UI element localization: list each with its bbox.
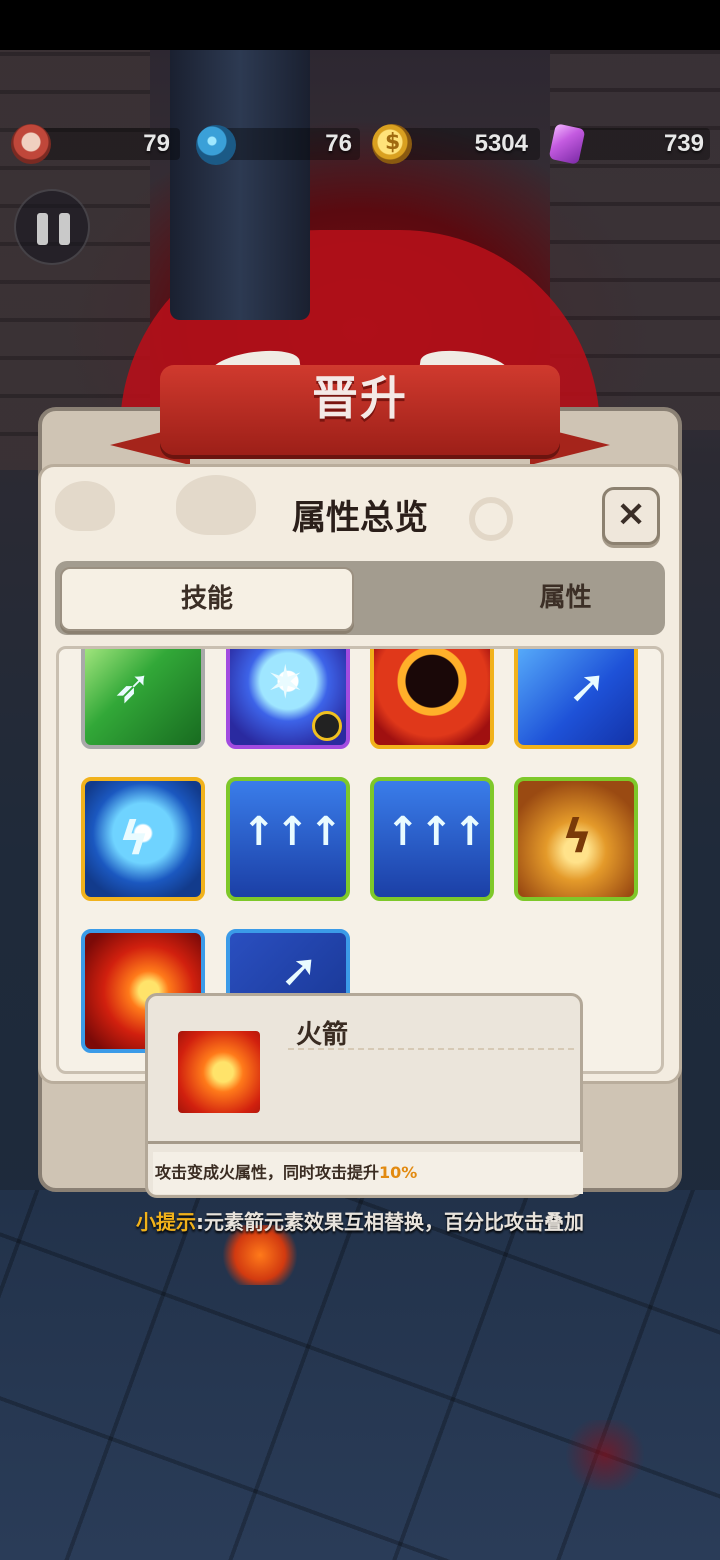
- pause-button[interactable]: [14, 189, 90, 265]
- skill-ghost-arrow-icon[interactable]: ➚: [514, 649, 638, 749]
- skill-ice-star-icon[interactable]: ✶: [226, 649, 350, 749]
- skill-triple-arrow-icon[interactable]: ↑↑↑: [370, 777, 494, 901]
- skill-tooltip: 火箭 攻击变成火属性，同时攻击提升10%: [145, 993, 583, 1198]
- tip-label: 小提示: [136, 1210, 196, 1234]
- close-icon: ×: [616, 493, 647, 534]
- medal-count: 79: [143, 130, 170, 157]
- tab-bar: 技能 属性: [55, 561, 665, 635]
- medal-icon: [11, 124, 51, 164]
- tab-attributes[interactable]: 属性: [413, 561, 718, 635]
- promotion-title: 晋升: [312, 371, 408, 425]
- blood-splatter: [560, 1420, 650, 1490]
- tab-skills[interactable]: 技能: [60, 567, 354, 631]
- close-button[interactable]: ×: [602, 487, 660, 545]
- tip-body: :元素箭元素效果互相替换，百分比攻击叠加: [196, 1210, 584, 1234]
- skill-name: 火箭: [296, 1020, 349, 1050]
- stone-pillar: [170, 50, 310, 320]
- energy-orb-icon: [196, 125, 236, 165]
- skill-lightning-ghost-icon[interactable]: ϟ: [81, 777, 205, 901]
- coin-count: 5304: [474, 130, 528, 157]
- divider: [148, 1141, 580, 1144]
- skill-triple-arrow-icon[interactable]: ↑↑↑: [226, 777, 350, 901]
- shield-icon: [312, 711, 342, 741]
- status-bar: [0, 0, 720, 50]
- resource-hud: 79 76 5304 739: [0, 122, 720, 170]
- description-text: 攻击变成火属性，同时攻击提升: [155, 1163, 380, 1182]
- orb-count: 76: [325, 130, 352, 157]
- tip-text: 小提示:元素箭元素效果互相替换，百分比攻击叠加: [0, 1206, 720, 1235]
- skill-description: 攻击变成火属性，同时攻击提升10%: [153, 1152, 583, 1194]
- divider: [288, 1048, 574, 1050]
- gem-count: 739: [663, 130, 704, 157]
- description-value: 10%: [379, 1163, 418, 1182]
- dungeon-floor: [0, 1190, 720, 1560]
- skill-lightning-box-icon[interactable]: ϟ: [514, 777, 638, 901]
- skill-bomb-icon[interactable]: [370, 649, 494, 749]
- skill-green-arrow-icon[interactable]: ➶: [81, 649, 205, 749]
- gold-coin-icon: [372, 124, 412, 164]
- fire-arrow-icon: [178, 1031, 260, 1113]
